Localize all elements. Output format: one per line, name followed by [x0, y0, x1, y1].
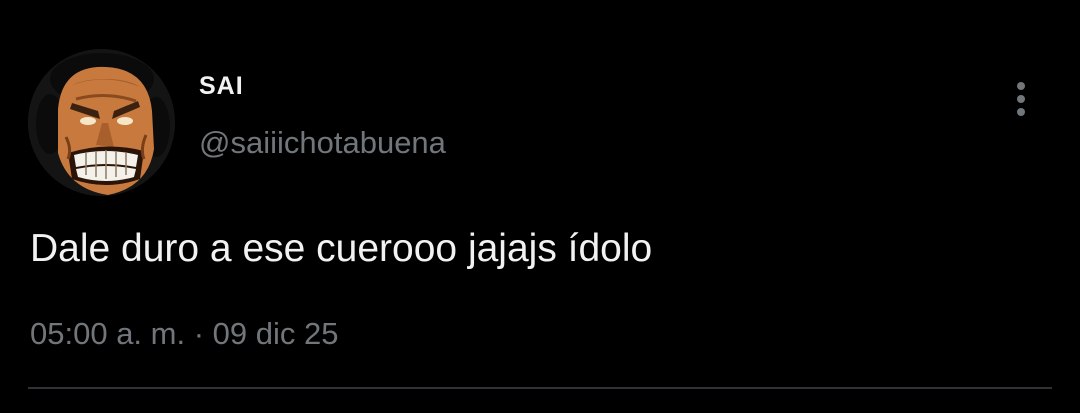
user-handle[interactable]: @saiiichotabuena	[199, 124, 446, 162]
vertical-ellipsis-icon	[1017, 82, 1025, 90]
tweet-time: 05:00 a. m.	[30, 316, 186, 351]
divider	[28, 387, 1052, 389]
tweet-text: Dale duro a ese cuerooo jajajs ídolo	[30, 227, 653, 270]
tweet-date: 09 dic 25	[212, 316, 339, 351]
avatar[interactable]	[28, 49, 175, 196]
timestamp-separator: ·	[193, 316, 205, 351]
vertical-ellipsis-icon	[1017, 95, 1025, 103]
display-name[interactable]: SAI	[199, 70, 244, 102]
tweet-timestamp[interactable]: 05:00 a. m. · 09 dic 25	[30, 315, 339, 353]
tweet-card: SAI @saiiichotabuena Dale duro a ese cue…	[0, 0, 1080, 413]
more-options-button[interactable]	[1004, 78, 1038, 120]
vertical-ellipsis-icon	[1017, 108, 1025, 116]
angry-character-face-icon	[28, 49, 175, 196]
